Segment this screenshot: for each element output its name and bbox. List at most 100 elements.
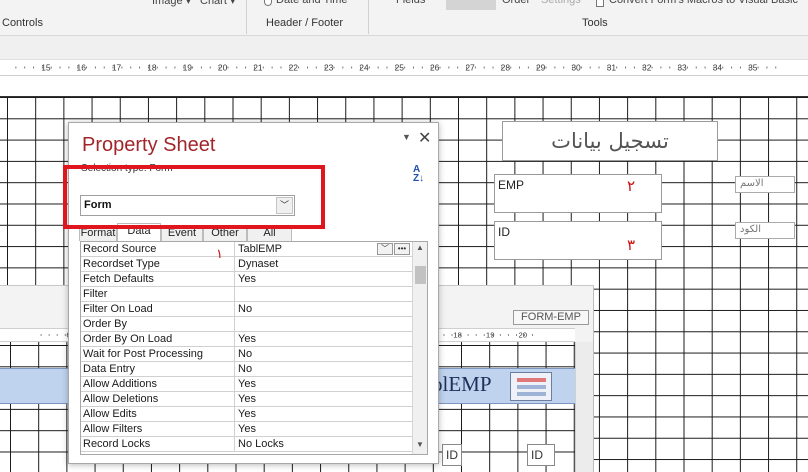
id-textbox[interactable]: ID [494,221,662,260]
property-name: Allow Filters [83,423,143,435]
selection-type-label: Selection type: Form [81,163,173,174]
ruler-number: 18 [453,331,462,340]
ruler-number: 20 [218,62,228,72]
property-name: Record Locks [83,438,151,450]
embedded-id-label[interactable]: ID [527,444,555,466]
ruler-number: 29 [536,62,546,72]
annotation-number-2: ٢ [627,177,636,195]
property-value[interactable]: No [234,347,412,361]
property-value[interactable]: No [234,302,412,316]
property-value[interactable]: Yes [234,332,412,346]
ribbon-item-7[interactable]: Convert Form's Macros to Visual Basic [609,0,798,6]
form-logo-bar [517,378,546,382]
scroll-thumb[interactable] [415,266,426,284]
form-logo-icon[interactable] [510,372,552,401]
ruler-number: 27 [465,62,475,72]
object-selector-value: Form [84,199,112,211]
property-value[interactable]: Yes [234,272,412,286]
code-caption-label[interactable]: الكود [735,222,795,239]
builder-ellipsis-icon[interactable]: ••• [394,243,410,255]
property-row[interactable]: Recordset Type Dynaset [81,257,412,272]
property-row[interactable]: Allow Deletions Yes [81,392,412,407]
ribbon-item-0[interactable]: Image ▾ [152,0,191,7]
property-value[interactable]: Yes [234,407,412,421]
property-row[interactable]: Filter [81,287,412,302]
property-value[interactable]: No [234,362,412,376]
form-logo-bar [517,392,546,396]
form-logo-bar [517,385,546,389]
tab-all[interactable]: All [247,225,292,241]
id-textbox-label: ID [498,225,510,239]
ribbon-item-6[interactable]: Settings [541,0,581,6]
ribbon: Image ▾Chart ▾Date and TimeFieldsSheetOr… [0,0,808,36]
tab-data[interactable]: Data [117,223,161,241]
embedded-form-scrollbar[interactable] [575,342,593,472]
property-row[interactable]: Filter On Load No [81,302,412,317]
date-time-checkbox[interactable] [264,0,272,6]
ruler-number: 34 [713,62,723,72]
property-grid-scrollbar[interactable]: ▲ ▼ [412,242,427,454]
annotation-number-1: ١ [216,247,223,262]
property-value[interactable]: No Locks [234,437,412,451]
property-row[interactable]: Allow Additions Yes [81,377,412,392]
property-value[interactable]: Dynaset [234,257,412,271]
property-name: Allow Deletions [83,393,159,405]
property-row[interactable]: Fetch Defaults Yes [81,272,412,287]
property-sheet-button-bg[interactable] [446,0,496,10]
ribbon-item-5[interactable]: Order [502,0,530,6]
ribbon-item-1[interactable]: Chart ▾ [200,0,235,7]
tab-event[interactable]: Event [161,225,203,241]
ruler-number: 17 [112,62,122,72]
property-row[interactable]: Record Source TablEMP ﹀ ••• [81,242,412,257]
property-row[interactable]: Data Entry No [81,362,412,377]
form-title-label[interactable]: تسجيل بيانات [502,121,718,161]
property-row[interactable]: Order By On Load Yes [81,332,412,347]
scroll-down-icon[interactable]: ▼ [416,440,424,449]
property-grid[interactable]: ▲ ▼ Record Source TablEMP ﹀ ••• Recordset Ty… [80,241,428,455]
horizontal-ruler[interactable]: 15 16 17 18 19 20 21 22 23 24 25 26 27 28 29 30 31 32 33 34… [0,60,808,76]
property-value[interactable] [234,287,412,301]
scroll-up-icon[interactable]: ▲ [416,243,424,252]
ruler-number: 25 [395,62,405,72]
property-row[interactable]: Allow Edits Yes [81,407,412,422]
property-value[interactable]: Yes [234,377,412,391]
property-row[interactable]: Wait for Post Processing No [81,347,412,362]
property-row[interactable]: Allow Filters Yes [81,422,412,437]
close-icon[interactable]: ✕ [418,128,431,148]
tab-other[interactable]: Other [203,225,247,241]
property-value[interactable] [234,317,412,331]
ruler-number: 35 [748,62,758,72]
ruler-number: 32 [642,62,652,72]
property-name: Wait for Post Processing [83,348,204,360]
header-footer-group-label: Header / Footer [266,17,344,29]
ruler-number: 21 [253,62,263,72]
property-row[interactable]: Record Locks No Locks [81,437,412,452]
convert-macros-checkbox[interactable] [596,0,604,7]
property-name: Order By On Load [83,333,173,345]
ruler-number: 23 [324,62,334,72]
ruler-number: 30 [571,62,581,72]
property-value[interactable]: Yes [234,422,412,436]
ruler-number: 28 [501,62,511,72]
sort-az-icon[interactable]: A Z↓ [413,165,424,184]
ruler-number: 20 [518,331,527,340]
property-row[interactable]: Order By [81,317,412,332]
ribbon-separator [246,0,247,34]
chevron-down-icon[interactable]: ﹀ [377,243,393,255]
name-caption-label[interactable]: الاسم [735,176,795,193]
controls-group-label: Controls [2,17,43,29]
property-sheet-pane[interactable]: Property Sheet ▼ ✕ Selection type: Form … [68,122,439,464]
embedded-id-textbox[interactable]: ID [442,444,462,466]
ribbon-item-3[interactable]: Fields [396,0,425,6]
embedded-form-title[interactable]: olEMP [432,372,492,397]
chevron-down-icon[interactable]: ﹀ [276,197,293,214]
tools-group-label: Tools [582,17,608,29]
property-value[interactable]: Yes [234,392,412,406]
object-selector-combo[interactable]: Form ﹀ [80,195,295,216]
tab-format[interactable]: Format [79,225,117,241]
ruler-number: 22 [289,62,299,72]
ribbon-item-2[interactable]: Date and Time [276,0,348,6]
pane-options-icon[interactable]: ▼ [402,132,411,142]
emp-textbox[interactable]: EMP [494,174,662,213]
form-emp-tab[interactable]: FORM-EMP [513,310,589,325]
